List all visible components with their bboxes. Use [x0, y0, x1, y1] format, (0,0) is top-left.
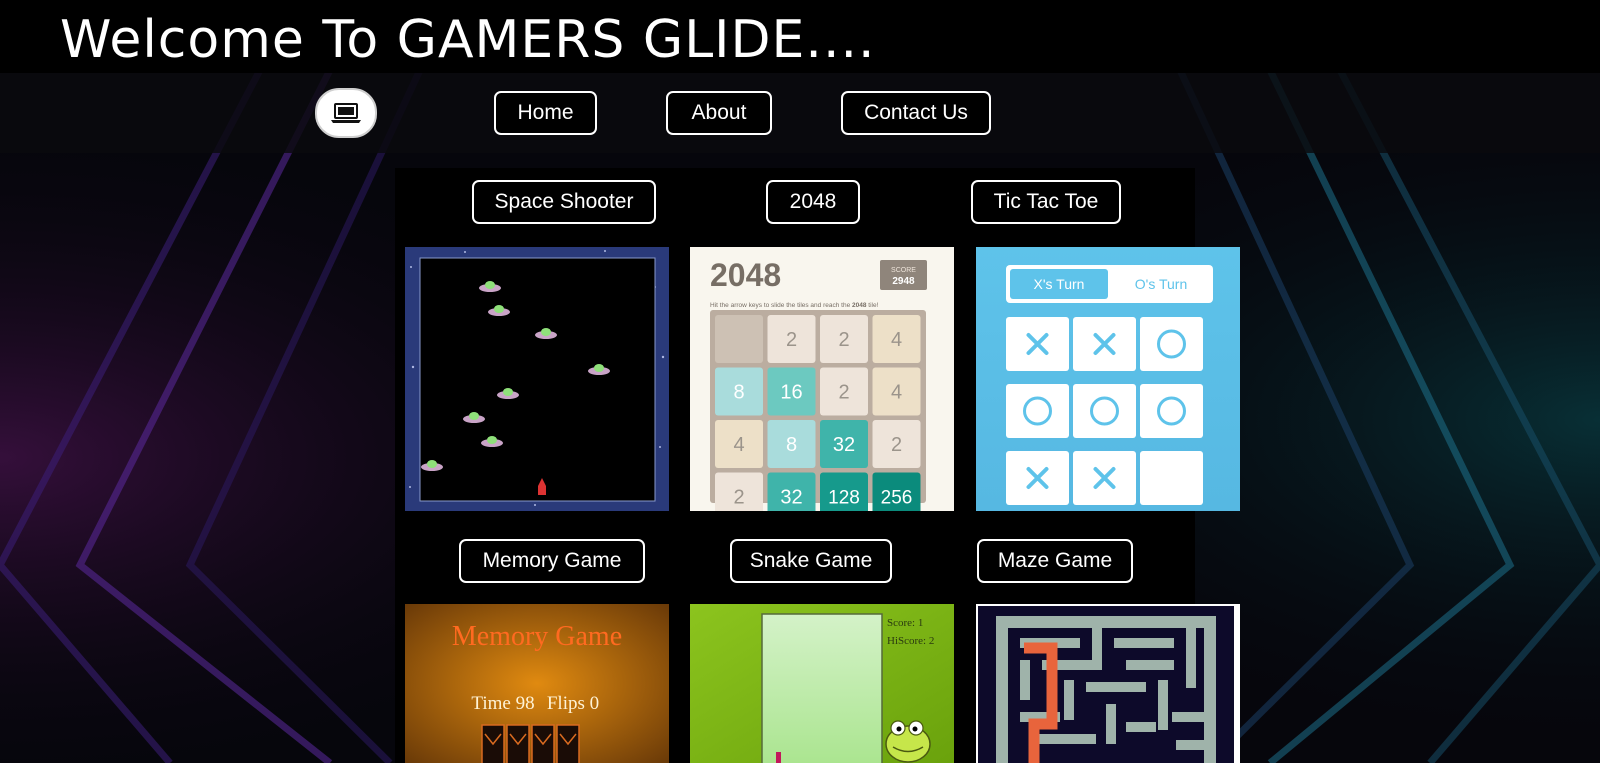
thumb-2048-score-value: 2948	[892, 276, 915, 287]
thumb-ttt-o-turn: O's Turn	[1135, 276, 1187, 292]
thumb-2048-tile	[715, 315, 763, 363]
thumb-2048-tile-value: 8	[786, 434, 797, 456]
thumb-2048-tile-value: 32	[780, 487, 802, 509]
thumb-2048-score-label: SCORE	[891, 267, 916, 274]
thumb-memory-time: Time 98	[471, 693, 534, 714]
thumb-2048-tile-value: 4	[891, 382, 902, 404]
thumb-memory-title: Memory Game	[452, 621, 622, 652]
tic-tac-toe-button[interactable]: Tic Tac Toe	[971, 180, 1121, 224]
thumb-2048-hint: Hit the arrow keys to slide the tiles an…	[710, 302, 879, 309]
thumb-ttt-cell	[1140, 384, 1203, 438]
maze-game-thumbnail[interactable]	[976, 604, 1240, 763]
thumb-2048-tile-value: 2	[891, 434, 902, 456]
nav-bar: Home About Contact Us	[0, 73, 1600, 153]
game-2048-thumbnail[interactable]: 2048 SCORE 2948 Hit the arrow keys to sl…	[690, 247, 954, 511]
thumb-2048-tile-value: 256	[881, 488, 913, 509]
laptop-icon	[331, 103, 361, 123]
snake-game-thumbnail[interactable]: Score: 1 HiScore: 2	[690, 604, 954, 763]
thumb-2048-tile-value: 2	[733, 487, 744, 509]
nav-contact-button[interactable]: Contact Us	[841, 91, 991, 135]
thumb-snake-hiscore: HiScore: 2	[887, 635, 934, 647]
home-logo-button[interactable]	[315, 88, 377, 138]
maze-game-button[interactable]: Maze Game	[977, 539, 1133, 583]
thumb-memory-flips: Flips 0	[547, 693, 599, 714]
thumb-ttt-grid	[1006, 317, 1203, 505]
thumb-ttt-x-turn: X's Turn	[1034, 276, 1085, 292]
thumb-2048-tile-value: 2	[838, 382, 849, 404]
thumb-ttt-cell	[1140, 451, 1203, 505]
thumb-2048-tile-value: 4	[891, 329, 902, 351]
page-title: Welcome To GAMERS GLIDE....	[60, 10, 876, 70]
game-gallery: Space Shooter 2048 Tic Tac Toe 2048 SCOR…	[395, 168, 1240, 763]
memory-game-thumbnail[interactable]: Memory Game Time 98 Flips 0	[405, 604, 669, 763]
thumb-ttt-cell	[1140, 317, 1203, 371]
nav-about-button[interactable]: About	[666, 91, 772, 135]
thumb-2048-tile-value: 128	[828, 488, 860, 509]
title-bar: Welcome To GAMERS GLIDE....	[0, 0, 1600, 73]
nav-home-button[interactable]: Home	[494, 91, 597, 135]
thumb-ttt-cell	[1073, 384, 1136, 438]
tic-tac-toe-thumbnail[interactable]: X's Turn O's Turn	[976, 247, 1240, 511]
space-shooter-thumbnail[interactable]	[405, 247, 669, 511]
snake-game-button[interactable]: Snake Game	[730, 539, 892, 583]
thumb-2048-tile-value: 16	[780, 382, 802, 404]
thumb-2048-tile-value: 2	[786, 329, 797, 351]
thumb-2048-title: 2048	[710, 257, 781, 293]
space-shooter-button[interactable]: Space Shooter	[472, 180, 656, 224]
thumb-snake-score: Score: 1	[887, 617, 923, 629]
thumb-ttt-cell	[1006, 384, 1069, 438]
game-2048-button[interactable]: 2048	[766, 180, 860, 224]
thumb-2048-tile-value: 32	[833, 434, 855, 456]
thumb-2048-tile-value: 4	[733, 434, 744, 456]
frog-mascot	[885, 720, 931, 763]
snake-body	[776, 752, 781, 763]
thumb-2048-tile-value: 8	[733, 382, 744, 404]
memory-game-button[interactable]: Memory Game	[459, 539, 645, 583]
thumb-2048-tile-value: 2	[838, 329, 849, 351]
